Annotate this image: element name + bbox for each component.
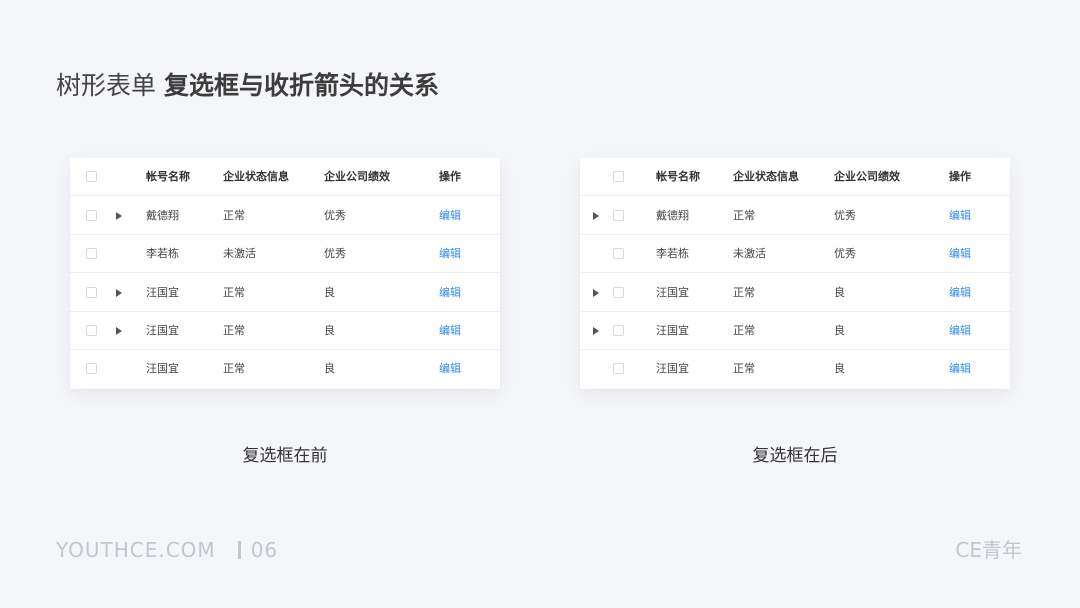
- row-checkbox[interactable]: [86, 287, 97, 298]
- cell-performance: 良: [834, 324, 845, 337]
- edit-link[interactable]: 编辑: [439, 235, 461, 273]
- cell-performance: 良: [834, 362, 845, 375]
- cell-account: 汪国宜: [656, 286, 689, 299]
- column-header-performance: 企业公司绩效: [324, 170, 390, 183]
- cell-status: 未激活: [223, 247, 256, 260]
- cell-account: 汪国宜: [656, 324, 689, 337]
- edit-link[interactable]: 编辑: [949, 235, 971, 273]
- table-row: 汪国宜 正常 良 编辑: [580, 350, 1010, 388]
- table-row: 戴德翔 正常 优秀 编辑: [580, 197, 1010, 235]
- page-title: 树形表单 复选框与收折箭头的关系: [56, 68, 439, 104]
- edit-link[interactable]: 编辑: [439, 274, 461, 312]
- tree-table-checkbox-after: 帐号名称 企业状态信息 企业公司绩效 操作 戴德翔 正常 优秀 编辑 李若栋 未…: [580, 158, 1010, 389]
- site-url: YOUTHCE.COM: [56, 538, 216, 562]
- expand-arrow-icon[interactable]: [593, 289, 599, 297]
- table-row: 李若栋 未激活 优秀 编辑: [70, 235, 500, 273]
- column-header-account: 帐号名称: [656, 170, 700, 183]
- cell-performance: 良: [834, 286, 845, 299]
- cell-status: 正常: [223, 362, 245, 375]
- edit-link[interactable]: 编辑: [439, 350, 461, 388]
- column-header-status: 企业状态信息: [223, 170, 289, 183]
- table-row: 汪国宜 正常 良 编辑: [70, 312, 500, 350]
- footer-divider: [237, 541, 241, 559]
- row-checkbox[interactable]: [613, 325, 624, 336]
- expand-arrow-icon[interactable]: [593, 212, 599, 220]
- cell-performance: 良: [324, 362, 335, 375]
- table-row: 汪国宜 正常 良 编辑: [580, 274, 1010, 312]
- row-checkbox[interactable]: [86, 363, 97, 374]
- title-main: 树形表单: [56, 71, 157, 100]
- edit-link[interactable]: 编辑: [949, 274, 971, 312]
- cell-status: 正常: [223, 209, 245, 222]
- table-row: 汪国宜 正常 良 编辑: [70, 350, 500, 388]
- table-row: 汪国宜 正常 良 编辑: [580, 312, 1010, 350]
- table-header-row: 帐号名称 企业状态信息 企业公司绩效 操作: [70, 158, 500, 196]
- column-header-action: 操作: [949, 170, 971, 183]
- brand-logo-text: CE青年: [955, 538, 1022, 562]
- cell-account: 戴德翔: [656, 209, 689, 222]
- expand-arrow-icon[interactable]: [116, 212, 122, 220]
- cell-status: 正常: [223, 286, 245, 299]
- column-header-action: 操作: [439, 170, 461, 183]
- cell-performance: 良: [324, 324, 335, 337]
- cell-account: 汪国宜: [146, 324, 179, 337]
- edit-link[interactable]: 编辑: [439, 312, 461, 350]
- cell-account: 李若栋: [146, 247, 179, 260]
- footer-site: YOUTHCE.COM 06: [56, 536, 278, 564]
- cell-account: 汪国宜: [146, 362, 179, 375]
- row-checkbox[interactable]: [613, 287, 624, 298]
- tree-table-checkbox-first: 帐号名称 企业状态信息 企业公司绩效 操作 戴德翔 正常 优秀 编辑 李若栋 未…: [70, 158, 500, 389]
- cell-status: 未激活: [733, 247, 766, 260]
- select-all-checkbox[interactable]: [613, 171, 624, 182]
- row-checkbox[interactable]: [86, 248, 97, 259]
- cell-status: 正常: [733, 324, 755, 337]
- cell-status: 正常: [223, 324, 245, 337]
- cell-performance: 优秀: [324, 209, 346, 222]
- expand-arrow-icon[interactable]: [116, 289, 122, 297]
- cell-account: 汪国宜: [146, 286, 179, 299]
- edit-link[interactable]: 编辑: [949, 197, 971, 235]
- select-all-checkbox[interactable]: [86, 171, 97, 182]
- column-header-status: 企业状态信息: [733, 170, 799, 183]
- caption-checkbox-first: 复选框在前: [242, 446, 328, 466]
- row-checkbox[interactable]: [613, 363, 624, 374]
- expand-arrow-icon[interactable]: [593, 327, 599, 335]
- cell-performance: 优秀: [324, 247, 346, 260]
- page-number: 06: [250, 538, 279, 562]
- cell-account: 戴德翔: [146, 209, 179, 222]
- cell-account: 李若栋: [656, 247, 689, 260]
- expand-arrow-icon[interactable]: [116, 327, 122, 335]
- row-checkbox[interactable]: [86, 325, 97, 336]
- table-row: 汪国宜 正常 良 编辑: [70, 274, 500, 312]
- row-checkbox[interactable]: [86, 210, 97, 221]
- caption-checkbox-after: 复选框在后: [752, 446, 838, 466]
- table-header-row: 帐号名称 企业状态信息 企业公司绩效 操作: [580, 158, 1010, 196]
- column-header-performance: 企业公司绩效: [834, 170, 900, 183]
- cell-status: 正常: [733, 362, 755, 375]
- row-checkbox[interactable]: [613, 248, 624, 259]
- cell-status: 正常: [733, 286, 755, 299]
- cell-performance: 优秀: [834, 247, 856, 260]
- cell-status: 正常: [733, 209, 755, 222]
- table-row: 李若栋 未激活 优秀 编辑: [580, 235, 1010, 273]
- edit-link[interactable]: 编辑: [949, 350, 971, 388]
- row-checkbox[interactable]: [613, 210, 624, 221]
- cell-performance: 优秀: [834, 209, 856, 222]
- column-header-account: 帐号名称: [146, 170, 190, 183]
- cell-account: 汪国宜: [656, 362, 689, 375]
- table-row: 戴德翔 正常 优秀 编辑: [70, 197, 500, 235]
- edit-link[interactable]: 编辑: [949, 312, 971, 350]
- edit-link[interactable]: 编辑: [439, 197, 461, 235]
- cell-performance: 良: [324, 286, 335, 299]
- title-subtitle: 复选框与收折箭头的关系: [164, 71, 440, 100]
